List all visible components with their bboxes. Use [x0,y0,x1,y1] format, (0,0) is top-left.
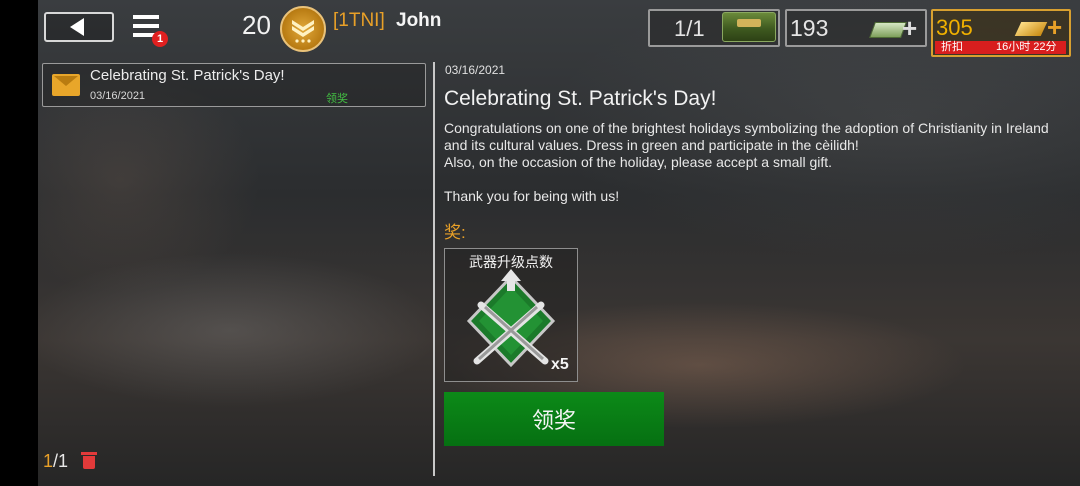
page-indicator: 1/1 [43,451,68,472]
detail-date: 03/16/2021 [445,63,506,77]
panel-divider [433,62,435,476]
menu-icon [133,15,159,19]
body-paragraph: Also, on the occasion of the holiday, pl… [444,154,833,170]
crate-count: 1/1 [674,16,705,41]
mail-status: 领奖 [326,93,348,105]
reward-heading: 奖: [444,223,466,242]
discount-timer: 16小时 22分 [996,41,1057,53]
menu-button[interactable]: 1 [130,13,168,47]
clan-tag: [1TNI] [333,10,385,31]
page-total: /1 [53,451,69,471]
crate-icon [722,12,776,42]
detail-body: Congratulations on one of the brightest … [444,120,1050,205]
envelope-icon [52,74,80,96]
screen-edge [0,0,38,486]
player-name[interactable]: John [396,10,441,32]
body-paragraph: Thank you for being with us! [444,188,620,204]
gold-count: 305 [936,15,973,40]
reward-name: 武器升级点数 [469,254,553,270]
rank-chevron-icon[interactable] [280,6,326,52]
mail-date: 03/16/2021 [90,90,146,102]
page-current: 1 [43,451,54,471]
menu-icon-bar [133,24,159,28]
notification-badge: 1 [152,31,168,47]
detail-title: Celebrating St. Patrick's Day! [444,87,717,110]
discount-label: 折扣 [941,41,963,53]
reward-quantity: x5 [551,356,569,373]
add-cash-plus-icon[interactable]: + [902,15,917,41]
body-paragraph: Congratulations on one of the brightest … [444,120,1049,153]
back-button[interactable] [44,12,114,42]
add-gold-plus-icon[interactable]: + [1047,14,1062,40]
player-level: 20 [242,10,271,40]
claim-reward-button[interactable]: 领奖 [444,392,664,446]
back-arrow-icon [70,18,84,36]
trash-icon[interactable] [81,452,97,469]
mail-title: Celebrating St. Patrick's Day! [90,67,285,84]
cash-count: 193 [790,15,829,41]
